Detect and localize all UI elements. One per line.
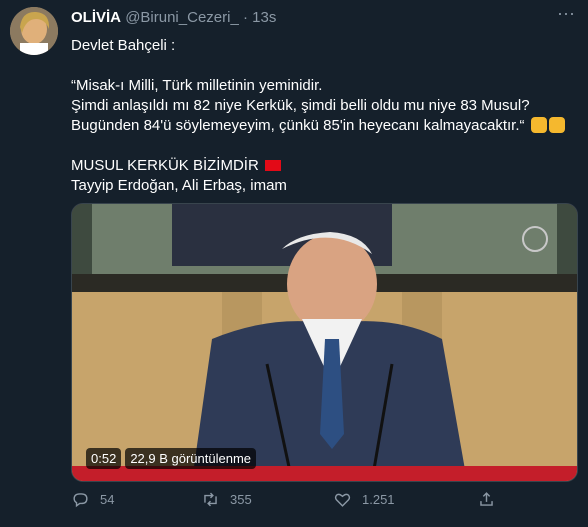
action-bar: 54 355 1.251	[71, 490, 511, 514]
like-button[interactable]: 1.251	[333, 490, 395, 509]
tweet-header: OLİVİA @Biruni_Cezeri_ · 13s	[71, 9, 276, 26]
retweet-icon	[204, 492, 217, 507]
view-count: 22,9 B görüntülenme	[125, 448, 257, 469]
share-icon	[480, 492, 493, 506]
reply-count: 54	[100, 492, 115, 507]
tweet-line: Devlet Bahçeli :	[71, 37, 176, 54]
tweet-line: MUSUL KERKÜK BİZİMDİR	[71, 156, 576, 176]
tweet-line: Şimdi anlaşıldı mı 82 niye Kerkük, şimdi…	[71, 97, 530, 114]
tweet-line: Tayyip Erdoğan, Ali Erbaş, imam	[71, 177, 287, 194]
reply-icon	[73, 493, 88, 508]
tweet: OLİVİA @Biruni_Cezeri_ · 13s ··· Devlet …	[0, 0, 588, 527]
retweet-count: 355	[230, 492, 252, 507]
video-frame	[72, 204, 577, 481]
share-button[interactable]	[477, 490, 496, 509]
video-player[interactable]: 0:52 22,9 B görüntülenme	[71, 203, 578, 482]
tweet-line: “Misak-ı Milli, Türk milletinin yeminidi…	[71, 77, 323, 94]
reply-button[interactable]: 54	[71, 490, 114, 509]
more-icon[interactable]: ···	[552, 4, 580, 26]
like-icon	[334, 493, 351, 507]
like-count: 1.251	[362, 492, 395, 507]
clap-emoji-icon	[548, 117, 565, 133]
handle[interactable]: @Biruni_Cezeri_	[125, 9, 239, 26]
avatar[interactable]	[10, 7, 58, 55]
tweet-text: Devlet Bahçeli : “Misak-ı Milli, Türk mi…	[71, 36, 576, 196]
display-name[interactable]: OLİVİA	[71, 9, 121, 26]
tweet-line: Bugünden 84'ü söylemeyeyim, çünkü 85'in …	[71, 116, 576, 136]
turkey-flag-icon	[264, 160, 281, 171]
timestamp[interactable]: 13s	[252, 9, 276, 26]
separator: ·	[242, 9, 248, 26]
retweet-button[interactable]: 355	[201, 490, 252, 509]
video-overlay: 0:52 22,9 B görüntülenme	[86, 448, 257, 469]
video-duration: 0:52	[86, 448, 122, 469]
clap-emoji-icon	[530, 117, 547, 133]
